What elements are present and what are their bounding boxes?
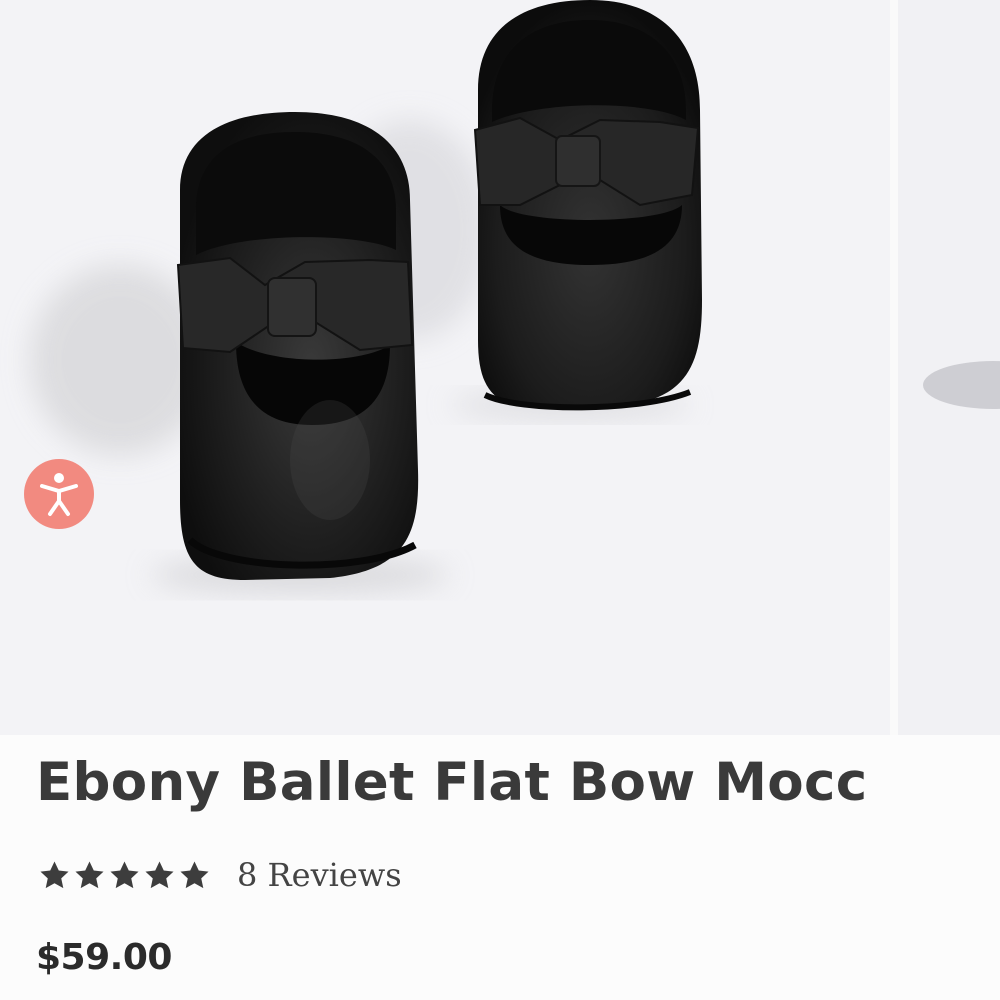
- reviews-link[interactable]: 8 Reviews: [237, 856, 402, 894]
- product-image-gallery[interactable]: [0, 0, 1000, 735]
- gallery-slide-divider: [890, 0, 898, 735]
- gallery-slide-next[interactable]: [898, 0, 1000, 735]
- star-rating: [38, 859, 211, 892]
- star-icon: [180, 860, 209, 888]
- next-slide-image-preview: [923, 361, 1000, 409]
- accessibility-button[interactable]: [24, 459, 94, 529]
- product-rating: 8 Reviews: [38, 850, 402, 900]
- star-icon: [40, 860, 69, 888]
- star-icon: [110, 860, 139, 888]
- product-price: $59.00: [36, 937, 172, 978]
- gallery-slide-current[interactable]: [0, 0, 890, 735]
- star-icon: [145, 860, 174, 888]
- star-icon: [75, 860, 104, 888]
- product-image-ebony-ballet-flat-bow-mocc: [30, 0, 702, 593]
- accessibility-icon: [40, 473, 78, 516]
- product-title: Ebony Ballet Flat Bow Mocc: [36, 752, 868, 813]
